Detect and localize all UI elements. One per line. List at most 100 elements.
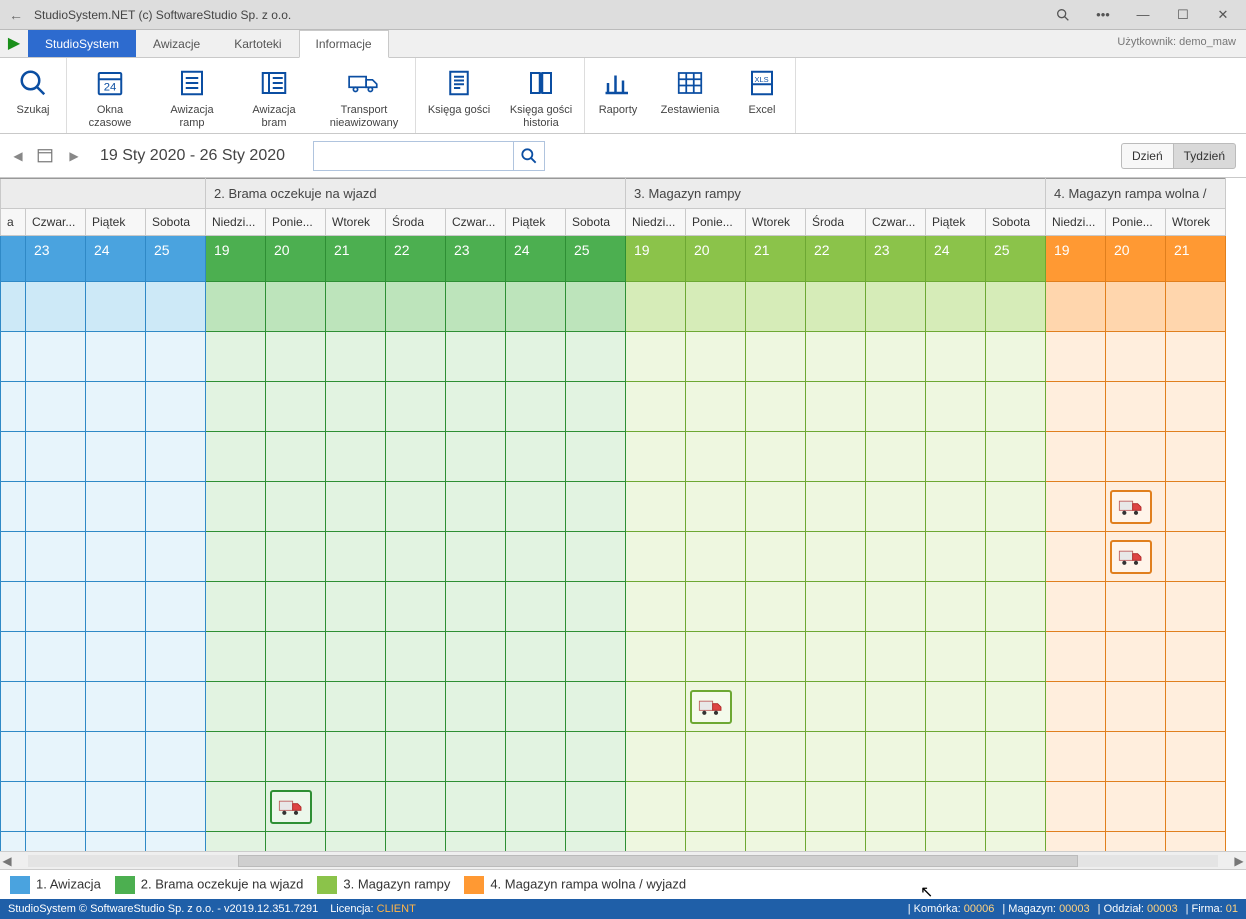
schedule-cell[interactable]	[1, 482, 26, 532]
schedule-cell[interactable]	[326, 382, 386, 432]
schedule-cell[interactable]	[746, 682, 806, 732]
schedule-cell[interactable]	[1166, 632, 1226, 682]
schedule-cell[interactable]	[1046, 482, 1106, 532]
schedule-cell[interactable]	[1166, 382, 1226, 432]
day-header[interactable]: a	[1, 209, 26, 236]
schedule-cell[interactable]	[986, 832, 1046, 852]
schedule-cell[interactable]	[686, 682, 746, 732]
tab-kartoteki[interactable]: Kartoteki	[217, 30, 298, 57]
schedule-cell[interactable]	[926, 382, 986, 432]
schedule-cell[interactable]	[626, 332, 686, 382]
day-header[interactable]: Środa	[386, 209, 446, 236]
truck-event-icon[interactable]	[270, 790, 312, 824]
schedule-cell[interactable]	[686, 282, 746, 332]
schedule-cell[interactable]	[86, 832, 146, 852]
ribbon-raporty[interactable]: Raporty	[593, 62, 643, 117]
schedule-cell[interactable]	[86, 332, 146, 382]
schedule-cell[interactable]	[626, 282, 686, 332]
schedule-cell[interactable]	[986, 532, 1046, 582]
schedule-cell[interactable]	[926, 582, 986, 632]
schedule-cell[interactable]	[986, 432, 1046, 482]
schedule-cell[interactable]	[86, 582, 146, 632]
schedule-cell[interactable]	[146, 432, 206, 482]
schedule-cell[interactable]	[446, 482, 506, 532]
schedule-cell[interactable]	[1166, 832, 1226, 852]
schedule-cell[interactable]	[806, 682, 866, 732]
schedule-cell[interactable]	[566, 682, 626, 732]
day-number-cell[interactable]	[1, 236, 26, 282]
schedule-cell[interactable]	[266, 782, 326, 832]
schedule-cell[interactable]	[1, 832, 26, 852]
day-number-cell[interactable]: 20	[686, 236, 746, 282]
schedule-cell[interactable]	[986, 732, 1046, 782]
schedule-cell[interactable]	[26, 732, 86, 782]
schedule-cell[interactable]	[866, 532, 926, 582]
schedule-cell[interactable]	[746, 382, 806, 432]
schedule-cell[interactable]	[26, 282, 86, 332]
schedule-cell[interactable]	[146, 282, 206, 332]
schedule-table[interactable]: 2. Brama oczekuje na wjazd3. Magazyn ram…	[0, 178, 1226, 851]
schedule-cell[interactable]	[326, 582, 386, 632]
schedule-cell[interactable]	[506, 732, 566, 782]
schedule-cell[interactable]	[806, 832, 866, 852]
schedule-cell[interactable]	[446, 332, 506, 382]
day-header[interactable]: Sobota	[566, 209, 626, 236]
schedule-cell[interactable]	[206, 782, 266, 832]
schedule-cell[interactable]	[206, 632, 266, 682]
schedule-cell[interactable]	[506, 682, 566, 732]
schedule-cell[interactable]	[1, 732, 26, 782]
schedule-cell[interactable]	[386, 832, 446, 852]
schedule-cell[interactable]	[146, 632, 206, 682]
day-header[interactable]: Wtorek	[746, 209, 806, 236]
schedule-cell[interactable]	[386, 732, 446, 782]
day-header[interactable]: Wtorek	[1166, 209, 1226, 236]
day-number-cell[interactable]: 20	[266, 236, 326, 282]
day-number-cell[interactable]: 22	[806, 236, 866, 282]
schedule-cell[interactable]	[146, 382, 206, 432]
schedule-cell[interactable]	[926, 732, 986, 782]
prev-arrow[interactable]: ◀	[10, 149, 26, 163]
schedule-cell[interactable]	[26, 482, 86, 532]
schedule-cell[interactable]	[1046, 732, 1106, 782]
schedule-cell[interactable]	[1, 332, 26, 382]
schedule-cell[interactable]	[86, 682, 146, 732]
schedule-cell[interactable]	[626, 682, 686, 732]
schedule-cell[interactable]	[146, 582, 206, 632]
schedule-cell[interactable]	[1166, 482, 1226, 532]
schedule-cell[interactable]	[626, 432, 686, 482]
ribbon-excel[interactable]: XLS Excel	[737, 62, 787, 117]
schedule-cell[interactable]	[266, 832, 326, 852]
schedule-cell[interactable]	[506, 832, 566, 852]
schedule-cell[interactable]	[926, 482, 986, 532]
schedule-cell[interactable]	[386, 332, 446, 382]
schedule-cell[interactable]	[686, 782, 746, 832]
schedule-cell[interactable]	[146, 732, 206, 782]
schedule-cell[interactable]	[626, 732, 686, 782]
view-week-button[interactable]: Tydzień	[1173, 143, 1236, 169]
maximize-button[interactable]: ☐	[1166, 3, 1200, 27]
schedule-cell[interactable]	[1, 532, 26, 582]
schedule-cell[interactable]	[1046, 382, 1106, 432]
schedule-cell[interactable]	[566, 832, 626, 852]
schedule-cell[interactable]	[986, 682, 1046, 732]
day-header[interactable]: Czwar...	[866, 209, 926, 236]
ribbon-ksiega-gosci[interactable]: Księga gości	[424, 62, 494, 117]
schedule-cell[interactable]	[386, 432, 446, 482]
schedule-cell[interactable]	[86, 782, 146, 832]
schedule-cell[interactable]	[746, 832, 806, 852]
schedule-cell[interactable]	[566, 732, 626, 782]
schedule-cell[interactable]	[866, 482, 926, 532]
schedule-cell[interactable]	[1106, 782, 1166, 832]
schedule-cell[interactable]	[446, 782, 506, 832]
schedule-cell[interactable]	[986, 582, 1046, 632]
view-day-button[interactable]: Dzień	[1121, 143, 1173, 169]
schedule-cell[interactable]	[506, 582, 566, 632]
schedule-cell[interactable]	[86, 282, 146, 332]
schedule-cell[interactable]	[326, 732, 386, 782]
day-header[interactable]: Niedzi...	[206, 209, 266, 236]
schedule-cell[interactable]	[746, 282, 806, 332]
schedule-cell[interactable]	[806, 782, 866, 832]
day-header[interactable]: Niedzi...	[1046, 209, 1106, 236]
day-number-cell[interactable]: 21	[1166, 236, 1226, 282]
day-header[interactable]: Czwar...	[26, 209, 86, 236]
